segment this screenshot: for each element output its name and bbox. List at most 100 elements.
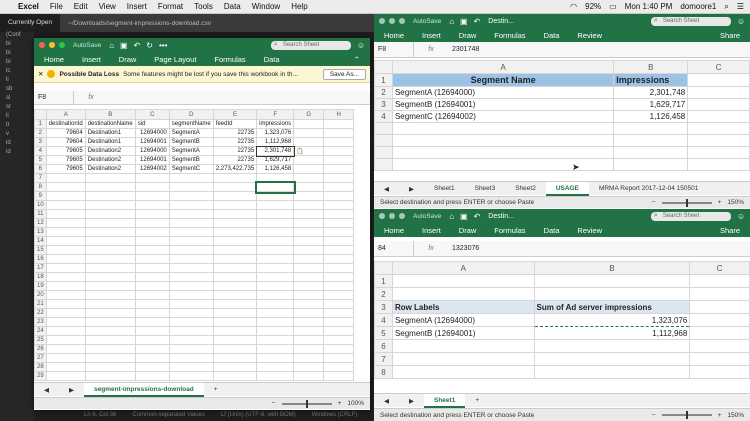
next-sheet-icon[interactable]: ▶	[59, 386, 84, 394]
row-header[interactable]: 26	[34, 344, 47, 354]
zoom-button[interactable]	[59, 42, 65, 48]
sheet-tab-sheet1[interactable]: Sheet1	[424, 393, 466, 408]
more-icon[interactable]: •••	[159, 41, 167, 50]
cell[interactable]: SegmentA (12694000)	[391, 86, 615, 99]
editor-sidebar-item[interactable]: bi	[0, 59, 34, 68]
header-cell-segment-name[interactable]: Segment Name	[391, 73, 615, 87]
editor-sidebar-item[interactable]: sb	[0, 86, 34, 95]
col-header-b[interactable]: B	[84, 109, 136, 120]
zoom-slider[interactable]	[661, 198, 712, 207]
row-header[interactable]: 2	[374, 287, 393, 301]
save-icon[interactable]: ▣	[460, 17, 468, 26]
zoom-out-icon[interactable]: −	[652, 199, 656, 206]
zoom-level[interactable]: 150%	[727, 199, 744, 206]
col-header-h[interactable]: H	[323, 109, 355, 120]
cell[interactable]: SegmentA	[168, 128, 214, 138]
formula-input[interactable]: 2301748	[448, 46, 479, 53]
tab-formulas[interactable]: Formulas	[494, 226, 525, 235]
undo-icon[interactable]: ↶	[474, 212, 481, 221]
save-icon[interactable]: ▣	[460, 212, 468, 221]
cell[interactable]: Destination2	[84, 164, 136, 174]
row-header[interactable]	[374, 134, 393, 147]
row-header[interactable]: 28	[34, 362, 47, 372]
fx-icon[interactable]: fx	[414, 46, 448, 53]
battery-level[interactable]: 92%	[585, 2, 601, 11]
col-header-c[interactable]: C	[689, 261, 750, 275]
tab-insert[interactable]: Insert	[422, 226, 441, 235]
editor-tab-open-files[interactable]: Currently Open	[0, 14, 61, 32]
row-header[interactable]: 10	[34, 200, 47, 210]
editor-sidebar-item[interactable]: lc	[0, 68, 34, 77]
minimize-button[interactable]	[49, 42, 55, 48]
tab-insert[interactable]: Insert	[82, 55, 101, 64]
share-button[interactable]: Share	[720, 31, 740, 40]
cell[interactable]: Destination1	[84, 128, 136, 138]
pivot-row-labels-header[interactable]: Row Labels	[391, 300, 535, 314]
editor-status-lineendings[interactable]: Windows (CRLF)	[312, 412, 358, 418]
col-header-e[interactable]: E	[212, 109, 258, 120]
cell[interactable]: SegmentA (12694000)	[391, 313, 535, 327]
next-sheet-icon[interactable]: ▶	[399, 397, 424, 405]
editor-sidebar-item[interactable]: tr	[0, 122, 34, 131]
tab-page-layout[interactable]: Page Layout	[154, 55, 196, 64]
cell[interactable]: feedId	[212, 119, 258, 129]
tab-formulas[interactable]: Formulas	[494, 31, 525, 40]
editor-sidebar-item[interactable]: (Conf	[0, 32, 34, 41]
cell[interactable]: SegmentC	[168, 164, 214, 174]
row-header[interactable]: 27	[34, 353, 47, 363]
editor-sidebar-item[interactable]: v	[0, 131, 34, 140]
sheet-tab-mrma-report[interactable]: MRMA Report 2017-12-04 150501	[589, 185, 708, 192]
cell[interactable]: 2,273,422,735	[212, 164, 258, 174]
cell[interactable]	[689, 300, 750, 314]
header-cell-impressions[interactable]: Impressions	[613, 73, 689, 87]
search-input[interactable]: Search Sheet	[270, 40, 351, 50]
save-as-button[interactable]: Save As...	[322, 68, 366, 80]
sheet-tab-sheet1[interactable]: Sheet1	[424, 185, 465, 192]
cell[interactable]	[687, 110, 750, 123]
col-header-c[interactable]: C	[687, 60, 750, 74]
paste-options-icon[interactable]: 📋	[294, 147, 324, 156]
row-header[interactable]: 4	[34, 146, 47, 156]
undo-icon[interactable]: ↶	[134, 41, 141, 50]
fx-icon[interactable]: fx	[74, 94, 108, 101]
cell[interactable]: 1,323,076	[533, 313, 691, 327]
cell[interactable]	[323, 155, 355, 165]
cell[interactable]: sid	[134, 119, 170, 129]
cell[interactable]: 12694000	[134, 128, 170, 138]
account-icon[interactable]: ☺	[737, 212, 745, 221]
selected-cell-f8[interactable]	[254, 180, 296, 194]
row-header[interactable]: 3	[374, 300, 393, 314]
row-header[interactable]: 15	[34, 245, 47, 255]
cell[interactable]: 12694001	[134, 137, 170, 147]
redo-icon[interactable]: ↻	[146, 41, 153, 50]
name-box[interactable]: F8	[34, 90, 74, 105]
home-icon[interactable]: ⌂	[449, 212, 454, 221]
row-header[interactable]: 7	[374, 352, 393, 366]
row-header[interactable]: 6	[374, 339, 393, 353]
menu-insert[interactable]: Insert	[127, 2, 147, 11]
wifi-icon[interactable]: ◠	[570, 2, 577, 11]
cell[interactable]: Destination2	[84, 155, 136, 165]
row-header[interactable]: 3	[374, 98, 393, 111]
editor-sidebar-item[interactable]: li	[0, 113, 34, 122]
cell[interactable]: 2,301,748	[613, 86, 689, 99]
zoom-out-icon[interactable]: −	[652, 412, 656, 419]
menu-edit[interactable]: Edit	[74, 2, 88, 11]
close-infobar-icon[interactable]: ✕	[38, 70, 43, 78]
row-header[interactable]	[374, 146, 393, 159]
row-header[interactable]: 18	[34, 272, 47, 282]
row-header[interactable]: 2	[34, 128, 47, 138]
editor-sidebar-item[interactable]: sr	[0, 104, 34, 113]
cell[interactable]: 79605	[45, 146, 86, 156]
cell[interactable]: 22735	[212, 146, 258, 156]
fx-icon[interactable]: fx	[414, 245, 448, 252]
row-header[interactable]	[374, 122, 393, 135]
row-header[interactable]: 6	[34, 164, 47, 174]
cell[interactable]: destinationId	[45, 119, 86, 129]
cell[interactable]	[293, 128, 325, 138]
editor-status-cursor[interactable]: Ln 6, Col 36	[84, 412, 116, 418]
cell[interactable]: 79604	[45, 137, 86, 147]
home-icon[interactable]: ⌂	[109, 41, 114, 50]
prev-sheet-icon[interactable]: ◀	[374, 397, 399, 405]
cell[interactable]: SegmentA	[168, 146, 214, 156]
